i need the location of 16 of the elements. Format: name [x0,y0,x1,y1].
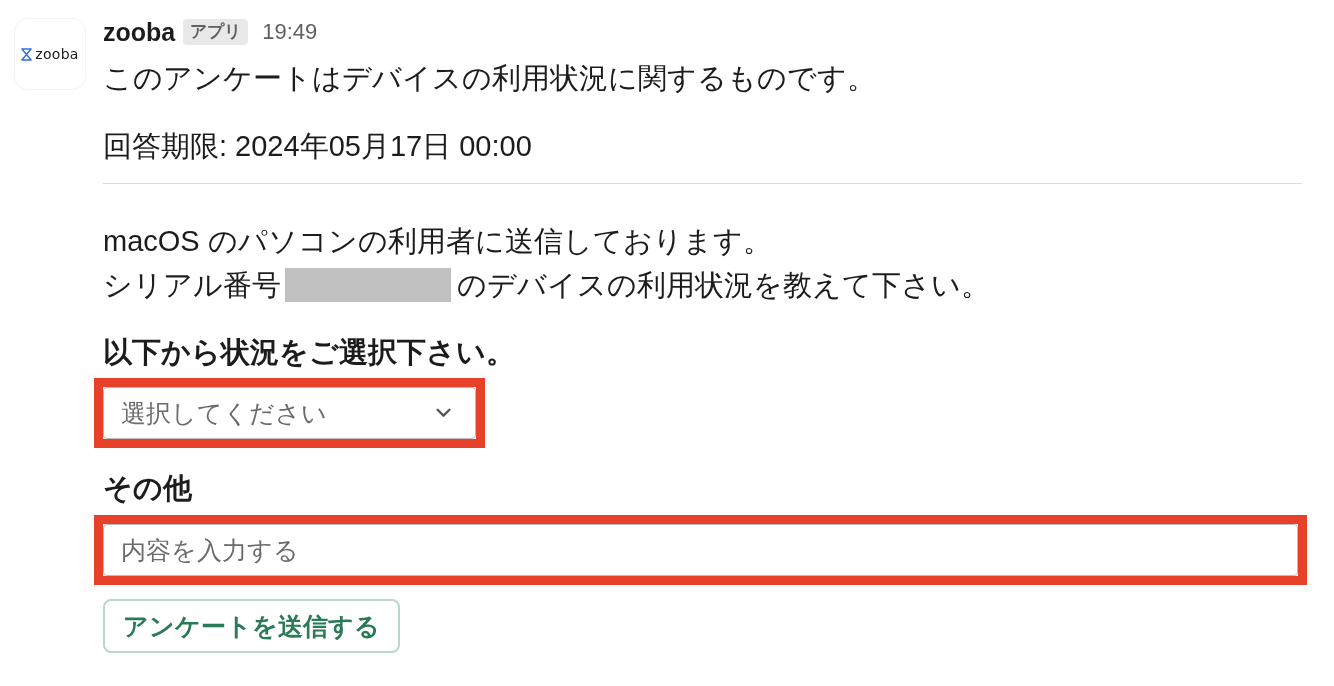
sender-name[interactable]: zooba [103,17,176,47]
deadline-text: 回答期限: 2024年05月17日 00:00 [103,129,533,164]
chevron-down-icon [436,408,451,418]
body-text: macOS のパソコンの利用者に送信しております。 [103,224,772,259]
submit-button[interactable]: アンケートを送信する [103,599,400,653]
message-time[interactable]: 19:49 [262,19,318,45]
app-badge: アプリ [183,19,249,45]
other-input-field[interactable]: 内容を入力する [103,524,1298,576]
body-text: のデバイスの利用状況を教えて下さい。 [457,268,990,303]
hourglass-icon [21,47,33,61]
intro-text: このアンケートはデバイスの利用状況に関するものです。 [103,61,877,96]
status-dropdown[interactable]: 選択してください [103,387,476,439]
body-text: シリアル番号 [103,268,281,303]
field-label: その他 [103,471,193,506]
field-label: 以下から状況をご選択下さい。 [103,335,516,370]
logo-text: zooba [35,47,79,61]
